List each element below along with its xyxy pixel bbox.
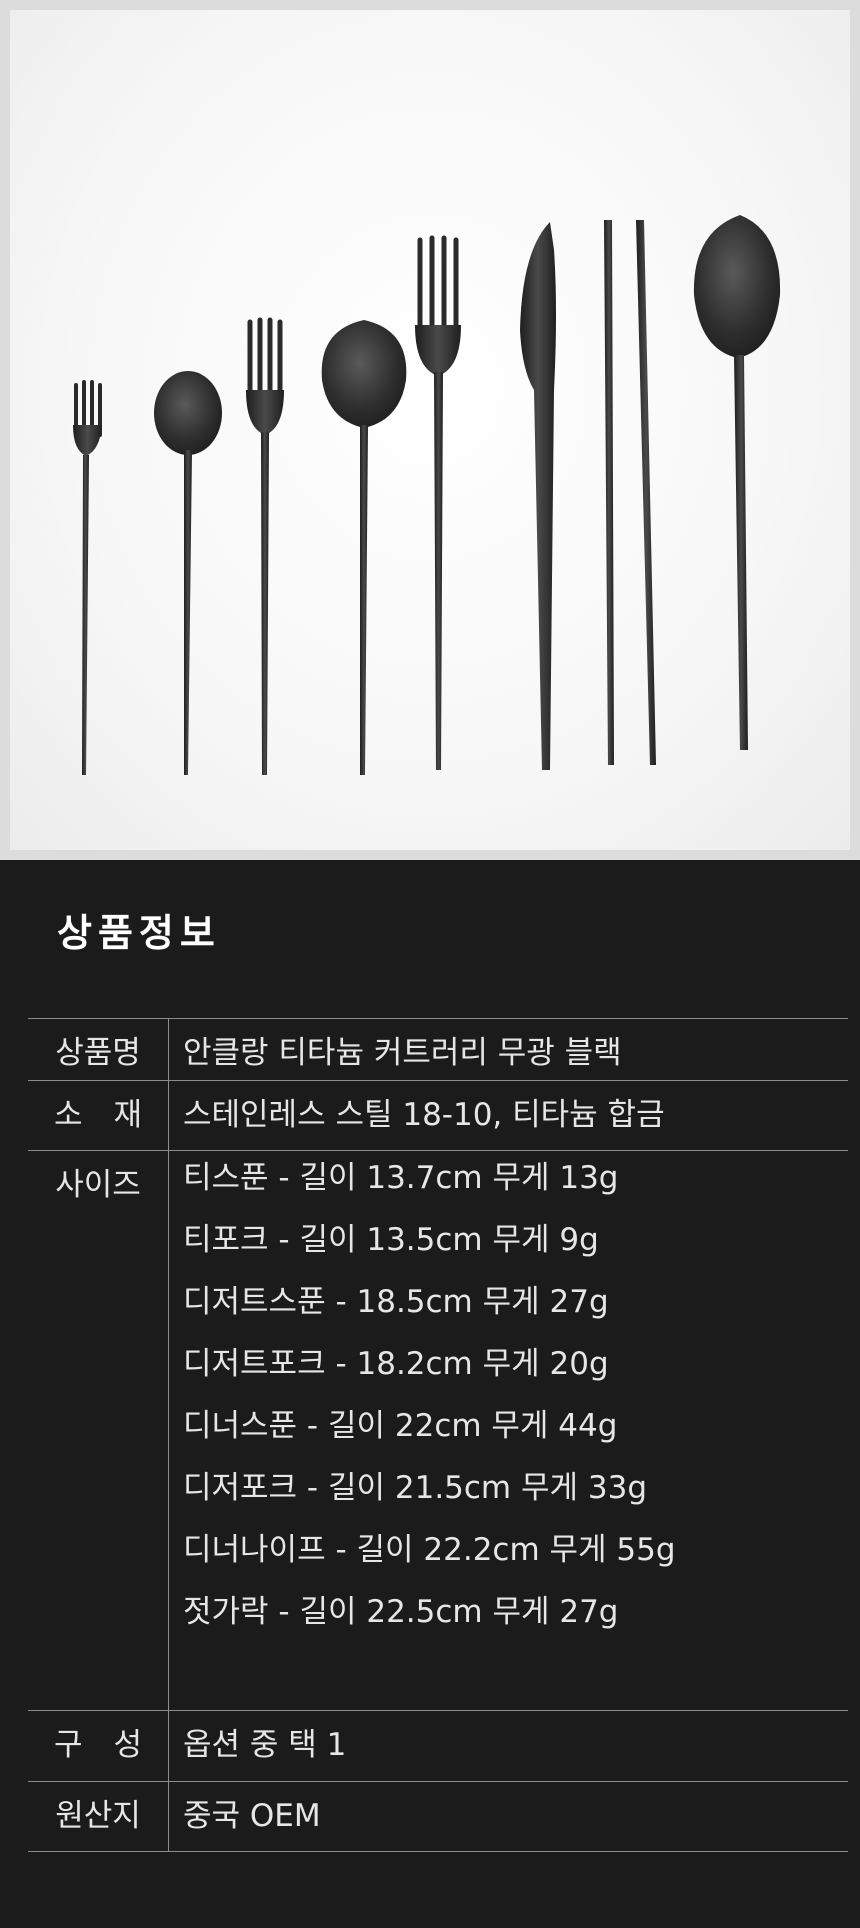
dessert-spoon-icon [321,320,407,775]
size-item: 디저포크 - 길이 21.5cm 무게 33g [183,1470,648,1506]
dinner-knife-icon [520,222,556,770]
size-item: 디저트스푼 - 18.5cm 무게 27g [183,1284,609,1320]
section-title: 상품정보 [57,911,221,955]
cutlery-set-illustration [73,215,781,775]
spec-row-material: 소 재 스테인레스 스틸 18-10, 티타늄 합금 [28,1080,848,1151]
chopsticks-icon [604,220,656,765]
spec-label: 사이즈 [28,1150,169,1711]
size-item: 티스푼 - 길이 13.7cm 무게 13g [183,1160,619,1196]
tea-fork-icon [73,380,102,775]
size-list: 티스푼 - 길이 13.7cm 무게 13g 티포크 - 길이 13.5cm 무… [168,1150,848,1711]
size-item: 디너나이프 - 길이 22.2cm 무게 55g [183,1532,676,1568]
product-info-section: 상품정보 상품명 안클랑 티타늄 커트러리 무광 블랙 소 재 스테인레스 스틸… [0,860,860,1928]
spec-label: 상품명 [28,1018,169,1081]
size-item: 디저트포크 - 18.2cm 무게 20g [183,1346,609,1382]
dessert-fork-icon [246,317,284,775]
product-photo-frame [0,0,860,860]
product-photo [10,10,850,850]
spec-row-origin: 원산지 중국 OEM [28,1781,848,1852]
tea-spoon-icon [154,371,222,775]
spec-label: 원산지 [28,1781,169,1852]
spec-table: 상품명 안클랑 티타늄 커트러리 무광 블랙 소 재 스테인레스 스틸 18-1… [28,1018,848,1852]
spec-label: 구 성 [28,1710,169,1782]
spec-value: 중국 OEM [168,1781,848,1852]
spec-row-composition: 구 성 옵션 중 택 1 [28,1710,848,1782]
spec-value: 스테인레스 스틸 18-10, 티타늄 합금 [168,1080,848,1151]
spec-value: 옵션 중 택 1 [168,1710,848,1782]
size-item: 젓가락 - 길이 22.5cm 무게 27g [183,1594,619,1630]
spec-label: 소 재 [28,1080,169,1151]
size-item: 디너스푼 - 길이 22cm 무게 44g [183,1408,618,1444]
dinner-spoon-icon [693,215,781,750]
spec-row-name: 상품명 안클랑 티타늄 커트러리 무광 블랙 [28,1018,848,1081]
dinner-fork-icon [415,235,461,770]
spec-row-sizes: 사이즈 티스푼 - 길이 13.7cm 무게 13g 티포크 - 길이 13.5… [28,1150,848,1711]
spec-value: 안클랑 티타늄 커트러리 무광 블랙 [168,1018,848,1081]
size-item: 티포크 - 길이 13.5cm 무게 9g [183,1222,599,1258]
